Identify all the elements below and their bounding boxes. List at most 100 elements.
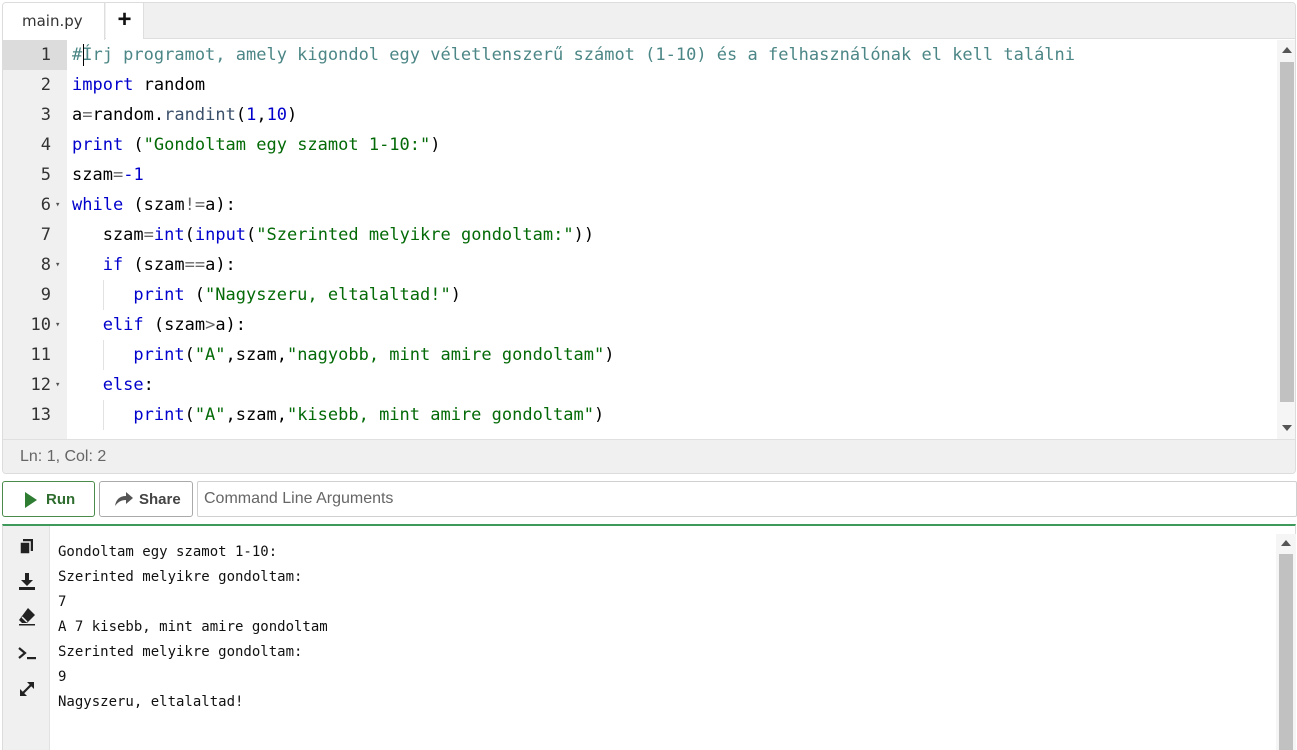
code-token: "A" [194,405,226,425]
code-line[interactable]: 11 print("A",szam,"nagyobb, mint amire go… [3,340,1277,370]
code-token: ( [235,105,247,125]
code-token: elif [102,315,144,335]
code-line[interactable]: 1 #Írj programot, amely kigondol egy véle… [3,40,1277,70]
expand-icon[interactable] [16,678,38,700]
code-line[interactable]: 7 szam=int(input("Szerinted melyikre gond… [3,220,1277,250]
add-tab-button[interactable]: + [106,3,144,39]
code-line[interactable]: 3 a=random.randint(1,10) [3,100,1277,130]
code-text: if (szam==a): [103,250,236,280]
code-text: else: [103,370,154,400]
editor-status-bar: Ln: 1, Col: 2 [3,439,1295,473]
output-line: Szerinted melyikre gondoltam: [58,644,303,660]
code-line[interactable]: 5 szam=-1 [3,160,1277,190]
output-line: Gondoltam egy szamot 1-10: [58,544,278,560]
code-token: ( [246,225,257,245]
fold-toggle-icon[interactable]: ▾ [55,190,60,220]
code-token: #Írj programot, amely kigondol egy vélet… [72,45,1076,65]
code-token: == [184,255,206,275]
code-line[interactable]: 4 print ("Gondoltam egy szamot 1-10:") [3,130,1277,160]
line-number: 13 [30,405,51,425]
code-token: ( [123,135,144,155]
text-cursor [83,44,84,66]
line-number: 9 [40,285,51,305]
code-text: print ("Gondoltam egy szamot 1-10:") [72,130,441,160]
code-token: : [143,375,154,395]
file-tab-bar: main.py + [3,3,1295,40]
code-token: ) [430,135,441,155]
output-panel: Gondoltam egy szamot 1-10: Szerinted mely… [2,524,1296,750]
code-token: (szam [123,195,185,215]
code-token: "Gondoltam egy szamot 1-10:" [143,135,431,155]
code-token: "kisebb, mint amire gondoltam" [286,405,594,425]
code-line[interactable]: 13 print("A",szam,"kisebb, mint amire gon… [3,400,1277,430]
indent-guide [103,340,105,370]
code-token: -1 [123,165,144,185]
code-text: import random [72,70,205,100]
output-side-toolbar [3,526,50,750]
terminal-icon[interactable] [16,642,38,664]
code-token: ) [450,285,461,305]
code-token: 1 [246,105,257,125]
editor-scrollbar[interactable] [1277,40,1295,439]
code-token: a [72,105,83,125]
eraser-icon[interactable] [16,605,38,627]
fold-toggle-icon[interactable]: ▾ [55,250,60,280]
output-line: Nagyszeru, eltalaltad! [58,694,244,710]
code-text: szam=int(input("Szerinted melyikre gondo… [103,220,594,250]
line-number: 10 [30,315,51,335]
code-token: szam [102,225,144,245]
code-token: ( [184,345,195,365]
output-scroll-up-arrow-icon[interactable] [1281,540,1291,546]
play-icon [25,492,37,508]
code-token: if [102,255,124,275]
code-area[interactable]: 1 #Írj programot, amely kigondol egy véle… [3,40,1277,439]
code-line[interactable]: 6 ▾ while (szam!=a): [3,190,1277,220]
code-token: "nagyobb, mint amire gondoltam" [286,345,605,365]
code-token: int [153,225,185,245]
share-arrow-icon [115,492,133,506]
run-button[interactable]: Run [2,481,95,517]
code-token: else [102,375,144,395]
command-line-arguments-input[interactable] [197,481,1297,517]
code-line[interactable]: 12 ▾ else: [3,370,1277,400]
output-console[interactable]: Gondoltam egy szamot 1-10: Szerinted mely… [58,540,328,715]
file-tab-main-py[interactable]: main.py [3,3,105,40]
scroll-down-arrow-icon[interactable] [1282,425,1292,431]
code-token: ( [184,225,195,245]
code-token: a): [205,255,236,275]
code-line[interactable]: 10 ▾ elif (szam>a): [3,310,1277,340]
editor-scrollbar-thumb[interactable] [1280,62,1294,402]
fold-toggle-icon[interactable]: ▾ [55,310,60,340]
code-token: print [72,135,124,155]
code-text: print("A",szam,"nagyobb, mint amire gond… [133,340,614,370]
code-token: 10 [266,105,288,125]
code-token: (szam [143,315,206,335]
code-text: print ("Nagyszeru, eltalaltad!") [133,280,461,310]
share-button[interactable]: Share [99,481,193,517]
code-line[interactable]: 8 ▾ if (szam==a): [3,250,1277,280]
download-icon[interactable] [16,570,38,592]
code-token: input [194,225,247,245]
scroll-up-arrow-icon[interactable] [1282,47,1292,53]
code-token: print [133,345,185,365]
copy-icon[interactable] [16,536,38,558]
code-token: print [133,285,185,305]
line-number: 7 [40,225,51,245]
code-token: a): [215,315,247,335]
code-token: ( [184,405,195,425]
output-scrollbar[interactable] [1276,534,1296,750]
code-token: ) [287,105,298,125]
code-line[interactable]: 2 import random [3,70,1277,100]
output-line: 7 [58,594,67,610]
indent-guide [103,400,105,430]
output-scrollbar-thumb[interactable] [1279,554,1293,750]
line-number: 3 [40,105,51,125]
code-editor-panel: main.py + 1 #Írj programot, amely kigondo… [2,2,1296,474]
code-token: > [205,315,216,335]
code-line[interactable]: 9 print ("Nagyszeru, eltalaltad!") [3,280,1277,310]
code-token: print [133,405,185,425]
code-text: print("A",szam,"kisebb, mint amire gondo… [133,400,604,430]
code-token: "Nagyszeru, eltalaltad!" [205,285,451,305]
cursor-position: Ln: 1, Col: 2 [20,448,107,465]
fold-toggle-icon[interactable]: ▾ [55,370,60,400]
